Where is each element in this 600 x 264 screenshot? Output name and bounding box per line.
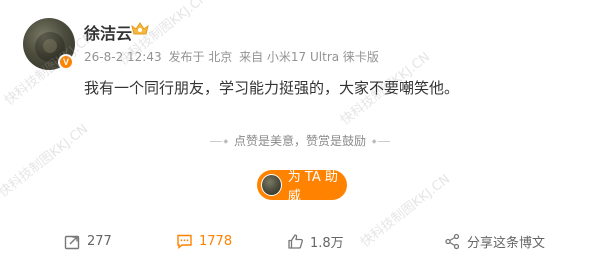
forward-button[interactable]: 277 xyxy=(64,230,112,252)
like-button[interactable]: 1.8万 xyxy=(287,230,344,252)
post-meta: 26-8-2 12:43 发布于 北京 来自 小米17 Ultra 徕卡版 xyxy=(84,48,382,65)
watermark: 快科技制图KKJ.CN xyxy=(0,121,92,201)
diamond-icon: ◆ xyxy=(223,138,229,145)
reward-avatar xyxy=(261,174,282,196)
like-count: 1.8万 xyxy=(310,235,344,251)
username[interactable]: 徐洁云 xyxy=(84,20,132,44)
divider-line xyxy=(378,141,391,142)
like-icon xyxy=(288,233,303,249)
divider-line xyxy=(209,141,222,142)
action-bar: 277 1778 1.8万 分享这条博文 xyxy=(0,230,600,252)
post-content: 我有一个同行朋友，学习能力挺强的，大家不要嘲笑他。 xyxy=(84,79,460,97)
forward-icon xyxy=(64,235,80,249)
reward-hint: ◆ 点赞是美意，赞赏是鼓励 ◆ xyxy=(0,132,600,149)
post-location: 发布于 北京 xyxy=(168,50,233,64)
post-source: 来自 小米17 Ultra 徕卡版 xyxy=(239,50,379,64)
diamond-icon: ◆ xyxy=(371,138,377,145)
crown-badge-icon xyxy=(131,22,149,35)
share-button[interactable]: 分享这条博文 xyxy=(444,230,545,252)
reward-button-label: 为 TA 助威 xyxy=(287,170,338,204)
share-icon xyxy=(445,233,460,249)
forward-count: 277 xyxy=(87,233,112,249)
post-time[interactable]: 26-8-2 12:43 xyxy=(84,50,162,64)
reward-button[interactable]: 为 TA 助威 xyxy=(257,170,347,204)
share-label: 分享这条博文 xyxy=(467,235,546,251)
comment-count: 1778 xyxy=(199,233,233,249)
comment-icon xyxy=(177,234,192,249)
comment-button[interactable]: 1778 xyxy=(176,230,232,252)
verified-badge: V xyxy=(58,54,74,70)
reward-hint-text: 点赞是美意，赞赏是鼓励 xyxy=(233,134,366,148)
